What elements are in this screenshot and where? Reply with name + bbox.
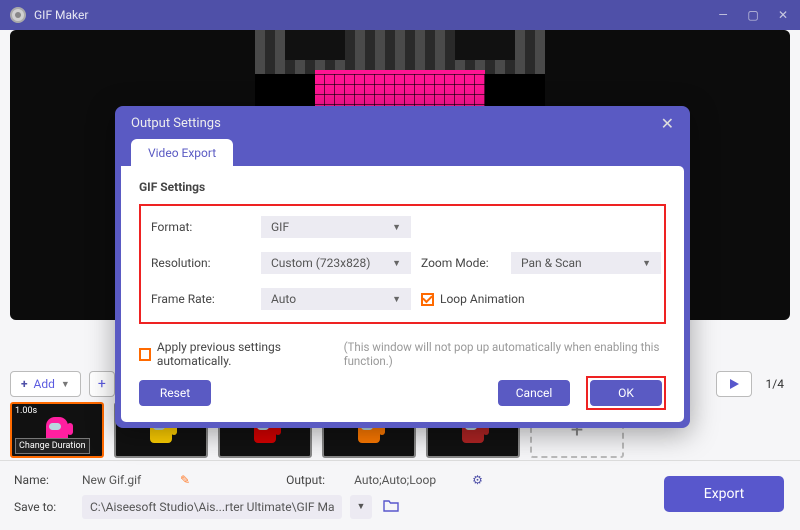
save-to-label: Save to:: [14, 500, 74, 514]
auto-apply-note: (This window will not pop up automatical…: [344, 340, 666, 368]
frame-rate-dropdown[interactable]: Auto ▼: [261, 288, 411, 310]
zoom-mode-dropdown[interactable]: Pan & Scan ▼: [511, 252, 661, 274]
dialog-header: Output Settings ✕: [115, 106, 690, 139]
gif-settings-form: Format: GIF ▼ Resolution: Custom (723x82…: [139, 204, 666, 324]
checkbox-icon: [421, 293, 434, 306]
bottom-bar: Name: ✎ Output: ⚙ Save to: ▼ Export: [0, 460, 800, 530]
close-window-icon[interactable]: ✕: [776, 8, 790, 22]
thumbnail[interactable]: 1.00s Change Duration: [10, 402, 104, 458]
name-field[interactable]: [82, 473, 172, 487]
add-button-label: Add: [34, 377, 55, 391]
cancel-button[interactable]: Cancel: [498, 380, 570, 406]
maximize-icon[interactable]: ▢: [746, 8, 760, 22]
page-indicator: 1/4: [760, 377, 790, 391]
resolution-value: Custom (723x828): [271, 256, 370, 270]
app-title: GIF Maker: [34, 8, 716, 22]
thumbnail-duration: 1.00s: [15, 406, 37, 416]
open-folder-button[interactable]: [380, 496, 402, 518]
format-value: GIF: [271, 220, 289, 234]
plus-icon: +: [21, 377, 28, 391]
loop-animation-checkbox[interactable]: Loop Animation: [421, 292, 661, 306]
minimize-icon[interactable]: ―: [716, 8, 730, 22]
dialog-tabs: Video Export: [115, 139, 690, 166]
app-logo-icon: [10, 7, 26, 23]
chevron-down-icon: ▼: [61, 379, 70, 390]
dialog-body: GIF Settings Format: GIF ▼ Resolution: C…: [121, 166, 684, 422]
ok-button[interactable]: OK: [590, 380, 662, 406]
gear-icon[interactable]: ⚙: [472, 473, 483, 487]
title-bar: GIF Maker ― ▢ ✕: [0, 0, 800, 30]
dialog-title: Output Settings: [131, 116, 221, 131]
chevron-down-icon: ▼: [642, 258, 651, 269]
loop-animation-label: Loop Animation: [440, 292, 525, 306]
play-button[interactable]: [716, 371, 752, 397]
frame-rate-label: Frame Rate:: [151, 292, 261, 306]
tab-video-export[interactable]: Video Export: [131, 139, 233, 166]
dialog-footer: Reset Cancel OK: [139, 376, 666, 410]
output-label: Output:: [286, 473, 346, 487]
zoom-mode-label: Zoom Mode:: [421, 256, 511, 270]
save-to-dropdown-button[interactable]: ▼: [350, 495, 372, 519]
chevron-down-icon: ▼: [392, 294, 401, 305]
gif-settings-heading: GIF Settings: [139, 180, 666, 194]
reset-button[interactable]: Reset: [139, 380, 211, 406]
checkbox-icon: [139, 348, 151, 361]
format-dropdown[interactable]: GIF ▼: [261, 216, 411, 238]
close-icon[interactable]: ✕: [661, 114, 674, 133]
edit-icon[interactable]: ✎: [180, 473, 190, 487]
format-label: Format:: [151, 220, 261, 234]
change-duration-button[interactable]: Change Duration: [15, 438, 90, 454]
resolution-label: Resolution:: [151, 256, 261, 270]
folder-icon: [383, 498, 399, 512]
auto-apply-label: Apply previous settings automatically.: [157, 340, 334, 368]
resolution-dropdown[interactable]: Custom (723x828) ▼: [261, 252, 411, 274]
name-label: Name:: [14, 473, 74, 487]
save-to-field[interactable]: [82, 495, 342, 519]
zoom-mode-value: Pan & Scan: [521, 256, 582, 270]
auto-apply-checkbox[interactable]: Apply previous settings automatically. (…: [139, 340, 666, 368]
ok-highlight-box: OK: [586, 376, 666, 410]
window-controls: ― ▢ ✕: [716, 8, 790, 22]
output-settings-dialog: Output Settings ✕ Video Export GIF Setti…: [115, 106, 690, 428]
play-icon: [729, 379, 739, 389]
chevron-down-icon: ▼: [392, 258, 401, 269]
add-button[interactable]: + Add ▼: [10, 371, 81, 397]
chevron-down-icon: ▼: [392, 222, 401, 233]
plus-icon: +: [98, 376, 106, 392]
add-square-button[interactable]: +: [89, 371, 115, 397]
output-field[interactable]: [354, 473, 464, 487]
export-button[interactable]: Export: [664, 476, 784, 512]
frame-rate-value: Auto: [271, 292, 296, 306]
